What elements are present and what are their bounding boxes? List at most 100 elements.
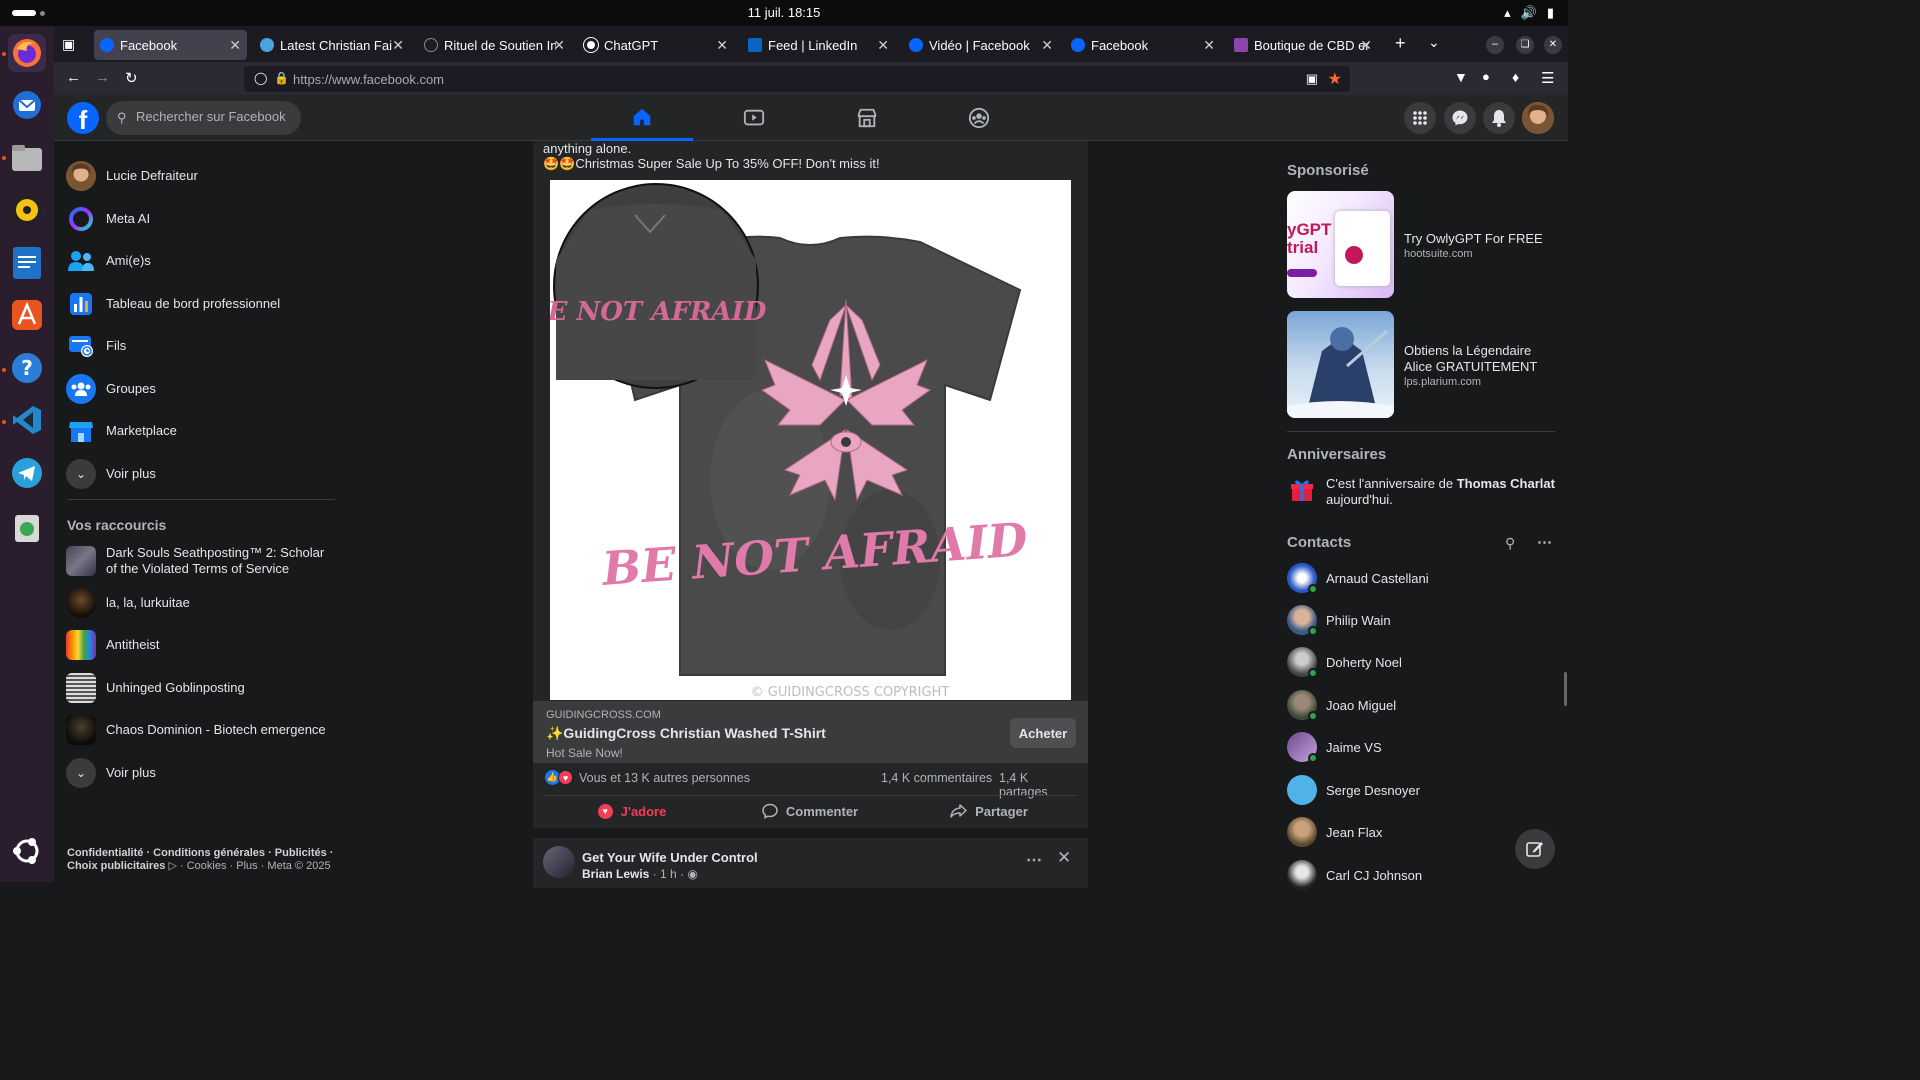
url-bar[interactable]: ◯ 🔒 https://www.facebook.com ▣ ★ — [244, 66, 1350, 92]
contact-item[interactable]: Philip Wain — [1287, 600, 1555, 640]
more-options-icon[interactable]: ⋯ — [1537, 533, 1552, 551]
close-tab-icon[interactable]: ✕ — [229, 37, 241, 54]
ubuntu-apps-icon[interactable] — [8, 832, 46, 870]
shortcut-antitheist[interactable]: Antitheist — [66, 625, 346, 665]
close-tab-icon[interactable]: ✕ — [553, 37, 565, 54]
back-arrow-icon[interactable]: ← — [66, 69, 81, 86]
tab-overview-icon[interactable]: ▣ — [62, 36, 75, 53]
shortcut-lurkuitae[interactable]: la, la, lurkuitae — [66, 583, 346, 623]
sidebar-item-feeds[interactable]: Fils — [66, 326, 346, 366]
tab-list-chevron-icon[interactable]: ⌄ — [1428, 34, 1440, 51]
telegram-icon[interactable] — [8, 454, 46, 492]
restore-window-button[interactable]: ❏ — [1516, 36, 1534, 54]
contact-item[interactable]: Serge Desnoyer — [1287, 770, 1555, 810]
close-window-button[interactable]: ✕ — [1544, 36, 1562, 54]
close-tab-icon[interactable]: ✕ — [392, 37, 404, 54]
profile-avatar[interactable] — [1522, 102, 1554, 134]
author-avatar[interactable] — [543, 846, 575, 878]
shortcuts-see-more-button[interactable]: ⌄ Voir plus — [66, 753, 346, 793]
ad-owlygpt[interactable]: yGPT trial Try OwlyGPT For FREE hootsuit… — [1287, 191, 1555, 298]
rhythmbox-icon[interactable] — [8, 191, 46, 229]
close-tab-icon[interactable]: ✕ — [1360, 37, 1372, 54]
sidebar-item-groups[interactable]: Groupes — [66, 369, 346, 409]
url-text[interactable]: https://www.facebook.com — [293, 72, 444, 87]
contact-item[interactable]: Carl CJ Johnson — [1287, 855, 1555, 895]
contact-item[interactable]: Joao Miguel — [1287, 685, 1555, 725]
tab-home[interactable] — [591, 95, 693, 141]
tracking-shield-icon[interactable]: ◯ — [254, 71, 267, 85]
comments-count[interactable]: 1,4 K commentaires — [881, 771, 992, 785]
app-center-icon[interactable] — [8, 296, 46, 334]
close-tab-icon[interactable]: ✕ — [1041, 37, 1053, 54]
facebook-logo-icon[interactable]: f — [67, 102, 99, 135]
menu-hamburger-icon[interactable]: ☰ — [1541, 69, 1554, 87]
link-title[interactable]: ✨GuidingCross Christian Washed T-Shirt — [546, 725, 826, 742]
close-tab-icon[interactable]: ✕ — [1203, 37, 1215, 54]
post-image[interactable]: BE NOT AFRAID BE NOT AFRAID © GUIDINGCRO… — [550, 180, 1071, 700]
ad-choices-link[interactable]: Choix publicitaires — [67, 860, 165, 872]
post-time[interactable]: · 1 h · — [653, 867, 684, 881]
tab-video-facebook[interactable]: Vidéo | Facebook ✕ — [903, 30, 1059, 60]
notifications-bell-icon[interactable] — [1483, 102, 1515, 134]
ad-plarium[interactable]: Obtiens la Légendaire Alice GRATUITEMENT… — [1287, 311, 1555, 418]
wifi-icon[interactable]: ▴ — [1504, 5, 1511, 21]
love-button[interactable]: ♥ J'adore — [543, 796, 721, 826]
close-tab-icon[interactable]: ✕ — [716, 37, 728, 54]
writer-icon[interactable] — [8, 244, 46, 282]
shortcut-chaos-dominion[interactable]: Chaos Dominion - Biotech emergence — [66, 710, 346, 750]
comment-button[interactable]: Commenter — [721, 796, 899, 826]
reactions-count[interactable]: Vous et 13 K autres personnes — [579, 771, 750, 785]
birthday-item[interactable]: C'est l'anniversaire de Thomas Charlat a… — [1287, 474, 1555, 514]
thunderbird-icon[interactable] — [8, 86, 46, 124]
see-more-button[interactable]: ⌄ Voir plus — [66, 454, 346, 494]
sidebar-item-dashboard[interactable]: Tableau de bord professionnel — [66, 284, 346, 324]
close-icon[interactable]: ✕ — [1057, 848, 1071, 868]
more-options-icon[interactable]: ⋯ — [1026, 850, 1042, 870]
profile-link[interactable]: Lucie Defraiteur — [66, 156, 346, 196]
tab-linkedin-feed[interactable]: Feed | LinkedIn ✕ — [742, 30, 895, 60]
extensions-icon[interactable]: ♦ — [1512, 69, 1519, 85]
shortcut-dark-souls[interactable]: Dark Souls Seathposting™ 2: Scholar of t… — [66, 541, 346, 581]
account-icon[interactable]: ● — [1482, 69, 1490, 84]
close-tab-icon[interactable]: ✕ — [877, 37, 889, 54]
new-message-button[interactable] — [1515, 829, 1555, 869]
help-icon[interactable]: ? — [8, 349, 46, 387]
sidebar-item-marketplace[interactable]: Marketplace — [66, 411, 346, 451]
firefox-icon[interactable] — [8, 34, 46, 72]
tab-marketplace[interactable] — [816, 95, 918, 141]
battery-icon[interactable]: ▮ — [1547, 5, 1554, 21]
buy-button[interactable]: Acheter — [1010, 718, 1076, 748]
vscode-icon[interactable] — [8, 401, 46, 439]
footer-links[interactable]: Confidentialité · Conditions générales ·… — [67, 847, 347, 873]
tab-facebook-2[interactable]: Facebook ✕ — [1065, 30, 1221, 60]
post-author[interactable]: Brian Lewis — [582, 867, 649, 881]
trash-icon[interactable] — [8, 508, 46, 546]
tab-groups[interactable] — [928, 95, 1030, 141]
menu-grid-icon[interactable] — [1404, 102, 1436, 134]
pocket-icon[interactable]: ▼ — [1454, 69, 1468, 85]
new-tab-button[interactable]: + — [1395, 33, 1406, 54]
sidebar-item-meta-ai[interactable]: Meta AI — [66, 199, 346, 239]
lock-icon[interactable]: 🔒 — [274, 71, 289, 85]
system-tray[interactable]: ▴ 🔊 ▮ — [1504, 5, 1554, 21]
sidebar-item-friends[interactable]: Ami(e)s — [66, 241, 346, 281]
tab-boutique-cbd[interactable]: Boutique de CBD en l ✕ — [1228, 30, 1378, 60]
facebook-search[interactable]: ⚲ — [106, 101, 301, 135]
link-preview[interactable]: GUIDINGCROSS.COM ✨GuidingCross Christian… — [533, 701, 1088, 763]
volume-icon[interactable]: 🔊 — [1521, 5, 1537, 21]
minimize-window-button[interactable]: – — [1486, 36, 1504, 54]
tab-rituel-de-soutien[interactable]: Rituel de Soutien Inti ✕ — [418, 30, 571, 60]
tab-latest-christian-faith[interactable]: Latest Christian Faith ✕ — [254, 30, 410, 60]
tab-chatgpt[interactable]: ChatGPT ✕ — [578, 30, 734, 60]
footer-line-2[interactable]: · Cookies · Plus · Meta © 2025 — [180, 860, 331, 872]
contact-item[interactable]: Doherty Noel — [1287, 642, 1555, 682]
tab-video[interactable] — [703, 95, 805, 141]
tab-facebook[interactable]: Facebook ✕ — [94, 30, 247, 60]
footer-line-1[interactable]: Confidentialité · Conditions générales ·… — [67, 847, 347, 860]
contacts-search-icon[interactable]: ⚲ — [1505, 535, 1515, 552]
reload-icon[interactable]: ↻ — [125, 69, 138, 87]
scrollbar-thumb[interactable] — [1564, 672, 1567, 706]
facebook-search-input[interactable] — [136, 109, 296, 124]
files-icon[interactable] — [8, 139, 46, 177]
contact-item[interactable]: Arnaud Castellani — [1287, 558, 1555, 598]
